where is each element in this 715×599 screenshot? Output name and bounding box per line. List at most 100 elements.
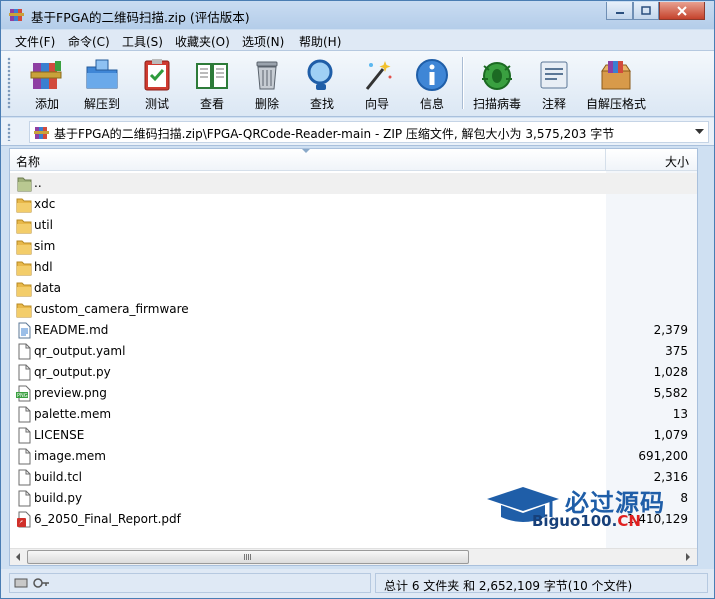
address-path: 基于FPGA的二维码扫描.zip\FPGA-QRCode-Reader-main… <box>54 127 615 141</box>
wizard-wand-icon <box>365 61 392 90</box>
status-summary: 总计 6 文件夹 和 2,652,109 字节(10 个文件) <box>384 579 633 593</box>
sfx-box-icon <box>601 61 631 90</box>
menu-command[interactable]: 命令(C) <box>68 33 110 50</box>
file-icon <box>16 406 32 423</box>
size-cell <box>606 236 697 257</box>
size-cell <box>606 194 697 215</box>
minimize-button[interactable] <box>606 2 633 20</box>
status-left-panel <box>9 573 371 593</box>
folder-row[interactable]: .. <box>10 173 697 194</box>
watermark-domain-main: Biguo100. <box>532 512 618 530</box>
add-books-icon <box>30 61 62 89</box>
file-name: README.md <box>34 323 109 337</box>
file-size: 13 <box>672 407 688 421</box>
menu-tools[interactable]: 工具(S) <box>122 33 163 50</box>
toolbar-grip[interactable] <box>7 57 11 109</box>
file-row[interactable]: image.mem 691,200 <box>10 446 697 467</box>
file-row[interactable]: PNG preview.png 5,582 <box>10 383 697 404</box>
file-size: 375 <box>665 344 688 358</box>
winrar-app-icon[interactable] <box>9 7 25 23</box>
close-button[interactable] <box>659 2 705 20</box>
size-cell: 13 <box>606 404 697 425</box>
name-cell: data <box>10 278 606 299</box>
scroll-left-arrow[interactable] <box>10 549 27 565</box>
window-title: 基于FPGA的二维码扫描.zip (评估版本) <box>31 10 250 25</box>
document-icon <box>16 322 32 339</box>
virus-scan-button[interactable]: 扫描病毒 <box>470 55 524 113</box>
comment-label: 注释 <box>541 97 566 111</box>
list-header: 名称 大小 <box>10 149 697 171</box>
size-cell: 691,200 <box>606 446 697 467</box>
folder-row[interactable]: sim <box>10 236 697 257</box>
address-field[interactable]: 基于FPGA的二维码扫描.zip\FPGA-QRCode-Reader-main… <box>29 121 709 143</box>
scroll-thumb[interactable] <box>27 550 469 564</box>
comment-button[interactable]: 注释 <box>527 55 581 113</box>
test-clipboard-icon <box>144 59 170 91</box>
svg-text:PNG: PNG <box>17 393 28 399</box>
file-icon <box>16 469 32 486</box>
maximize-button[interactable] <box>633 2 659 20</box>
file-row[interactable]: qr_output.py 1,028 <box>10 362 697 383</box>
horizontal-scrollbar[interactable] <box>10 548 697 565</box>
file-icon <box>16 448 32 465</box>
file-row[interactable]: qr_output.yaml 375 <box>10 341 697 362</box>
delete-button[interactable]: 删除 <box>240 55 294 113</box>
folder-icon <box>16 301 32 318</box>
info-button[interactable]: 信息 <box>405 55 459 113</box>
column-name-header[interactable]: 名称 <box>10 149 606 171</box>
folder-icon <box>16 196 32 213</box>
status-bar: 总计 6 文件夹 和 2,652,109 字节(10 个文件) <box>1 569 714 598</box>
name-cell: qr_output.yaml <box>10 341 606 362</box>
view-button[interactable]: 查看 <box>185 55 239 113</box>
comment-note-icon <box>540 61 568 89</box>
scroll-right-arrow[interactable] <box>680 549 697 565</box>
menu-options[interactable]: 选项(N) <box>242 33 284 50</box>
file-icon <box>16 343 32 360</box>
menu-bar: 文件(F) 命令(C) 工具(S) 收藏夹(O) 选项(N) 帮助(H) <box>1 30 714 51</box>
menu-help[interactable]: 帮助(H) <box>299 33 341 50</box>
find-magnifier-icon <box>307 59 333 90</box>
folder-row[interactable]: hdl <box>10 257 697 278</box>
file-size: 2,316 <box>653 470 688 484</box>
name-cell: README.md <box>10 320 606 341</box>
chevron-left-icon <box>16 553 20 561</box>
folder-row[interactable]: custom_camera_firmware <box>10 299 697 320</box>
size-cell: 375 <box>606 341 697 362</box>
find-button[interactable]: 查找 <box>295 55 349 113</box>
view-book-icon <box>196 63 228 89</box>
size-cell: 2,379 <box>606 320 697 341</box>
file-name: qr_output.py <box>34 365 111 379</box>
name-cell: .. <box>10 173 606 194</box>
folder-row[interactable]: util <box>10 215 697 236</box>
sfx-label: 自解压格式 <box>585 97 646 111</box>
file-name: hdl <box>34 260 53 274</box>
folder-row[interactable]: data <box>10 278 697 299</box>
menu-file[interactable]: 文件(F) <box>15 33 55 50</box>
wizard-button[interactable]: 向导 <box>350 55 404 113</box>
extract-to-button[interactable]: 解压到 <box>75 55 129 113</box>
scroll-grip <box>244 554 252 560</box>
menu-favorites[interactable]: 收藏夹(O) <box>175 33 230 50</box>
column-size-label[interactable]: 大小 <box>665 153 689 170</box>
chevron-down-icon[interactable] <box>695 129 704 135</box>
test-button[interactable]: 测试 <box>130 55 184 113</box>
file-name: build.tcl <box>34 470 82 484</box>
drive-key-icon[interactable] <box>14 577 50 589</box>
file-name: preview.png <box>34 386 107 400</box>
size-cell: 1,079 <box>606 425 697 446</box>
sfx-button[interactable]: 自解压格式 <box>586 55 646 113</box>
file-size: 1,079 <box>653 428 688 442</box>
address-grip[interactable] <box>7 123 11 141</box>
status-right-panel: 总计 6 文件夹 和 2,652,109 字节(10 个文件) <box>375 573 708 593</box>
file-row[interactable]: LICENSE 1,079 <box>10 425 697 446</box>
file-size: 2,379 <box>653 323 688 337</box>
file-row[interactable]: README.md 2,379 <box>10 320 697 341</box>
sort-arrow-icon <box>302 149 310 153</box>
file-name: .. <box>34 176 42 190</box>
folder-row[interactable]: xdc <box>10 194 697 215</box>
file-icon <box>16 490 32 507</box>
size-cell <box>606 173 697 194</box>
add-button[interactable]: 添加 <box>20 55 74 113</box>
folder-icon <box>16 217 32 234</box>
file-row[interactable]: palette.mem 13 <box>10 404 697 425</box>
